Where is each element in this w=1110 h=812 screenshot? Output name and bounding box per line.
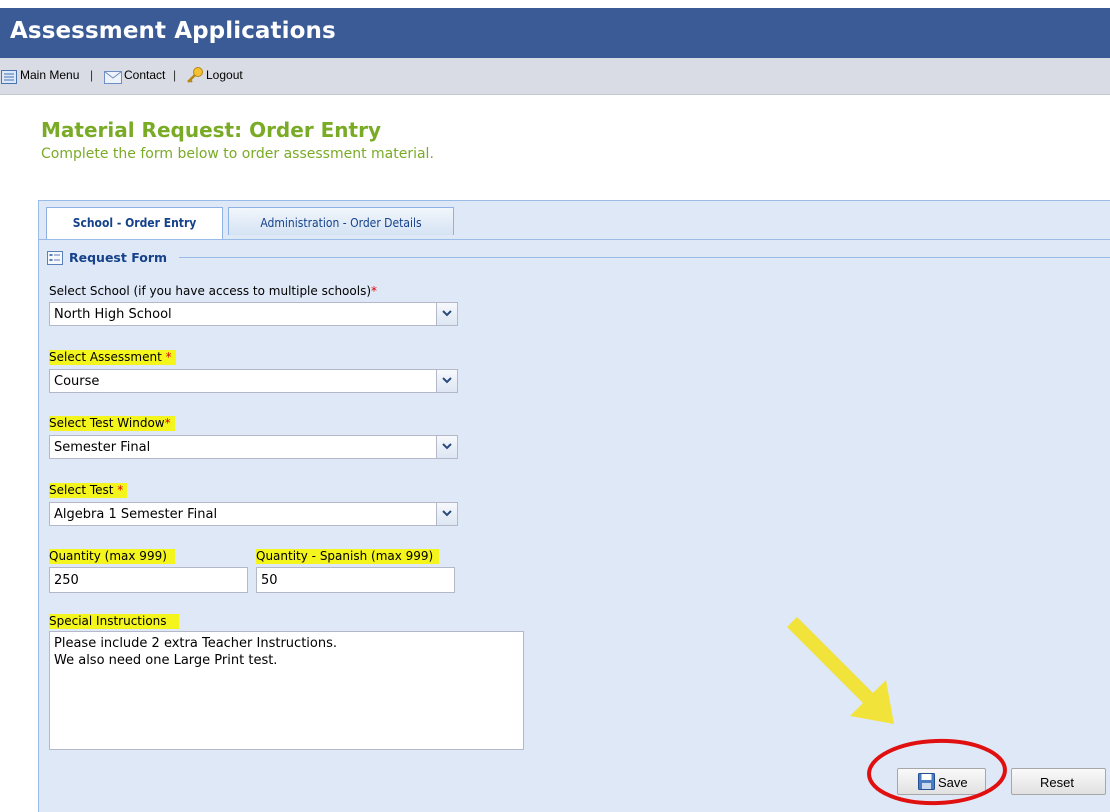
quantity-value: 250 [54,573,79,588]
test-select-value: Algebra 1 Semester Final [54,507,218,522]
tab-school-order-entry[interactable]: School - Order Entry [46,207,223,239]
required-marker: * [164,416,171,430]
test-label-text: Select Test [49,483,114,497]
quantity-spanish-label-text: Quantity - Spanish (max 999) [256,549,434,563]
test-window-label-text: Select Test Window [49,416,165,430]
chevron-down-icon[interactable] [436,503,457,525]
school-select-value: North High School [54,307,172,322]
tab-label: School - Order Entry [72,216,197,230]
tab-strip: School - Order Entry Administration - Or… [39,201,1110,240]
app-title: Assessment Applications [10,18,336,44]
app-header: Assessment Applications [0,8,1110,58]
special-instructions-textarea[interactable]: Please include 2 extra Teacher Instructi… [49,631,524,750]
request-form-legend: Request Form [39,246,1110,268]
test-select[interactable]: Algebra 1 Semester Final [49,502,458,526]
chevron-down-icon[interactable] [436,370,457,392]
order-panel: School - Order Entry Administration - Or… [38,200,1110,812]
chevron-down-icon[interactable] [436,303,457,325]
test-window-select-value: Semester Final [54,440,151,455]
menu-icon[interactable] [1,69,17,88]
assessment-select[interactable]: Course [49,369,458,393]
contact-link[interactable]: Contact [124,68,165,82]
school-label: Select School (if you have access to mul… [49,284,377,298]
instructions-line-2: We also need one Large Print test. [54,653,278,668]
tab-label: Administration - Order Details [260,216,422,230]
assessment-select-value: Course [54,374,100,389]
test-label: Select Test * [49,483,128,498]
page-subtitle: Complete the form below to order assessm… [41,146,434,162]
menu-separator: | [90,68,94,82]
mail-icon[interactable] [104,69,122,88]
required-marker: * [165,350,172,364]
reset-button-label: Reset [1040,775,1074,790]
quantity-label-text: Quantity (max 999) [49,549,167,563]
instructions-label-text: Special Instructions [49,614,167,628]
required-marker: * [371,284,377,298]
test-window-select[interactable]: Semester Final [49,435,458,459]
menu-separator: | [173,68,177,82]
chevron-down-icon[interactable] [436,436,457,458]
reset-button[interactable]: Reset [1011,768,1106,795]
quantity-input[interactable]: 250 [49,567,248,593]
arrow-annotation [787,617,894,724]
required-marker: * [117,483,124,497]
logout-link[interactable]: Logout [206,68,243,82]
quantity-spanish-label: Quantity - Spanish (max 999) [256,549,440,564]
legend-label: Request Form [69,250,168,265]
test-window-label: Select Test Window* [49,416,175,431]
instructions-line-1: Please include 2 extra Teacher Instructi… [54,636,337,651]
instructions-text: Please include 2 extra Teacher Instructi… [54,635,337,669]
menu-bar: Main Menu | Contact | Logout [0,58,1110,95]
school-label-text: Select School (if you have access to mul… [49,284,371,298]
quantity-label: Quantity (max 999) [49,549,175,564]
page-title: Material Request: Order Entry [41,118,381,142]
key-icon[interactable] [186,66,204,88]
main-menu-link[interactable]: Main Menu [20,68,79,82]
circle-annotation [867,738,1007,806]
instructions-label: Special Instructions [49,614,179,629]
legend-divider [179,257,1110,258]
tab-administration-order-details[interactable]: Administration - Order Details [228,207,454,235]
quantity-spanish-value: 50 [261,573,278,588]
assessment-label: Select Assessment * [49,350,176,365]
form-icon [47,250,63,269]
assessment-label-text: Select Assessment [49,350,162,364]
school-select[interactable]: North High School [49,302,458,326]
quantity-spanish-input[interactable]: 50 [256,567,455,593]
